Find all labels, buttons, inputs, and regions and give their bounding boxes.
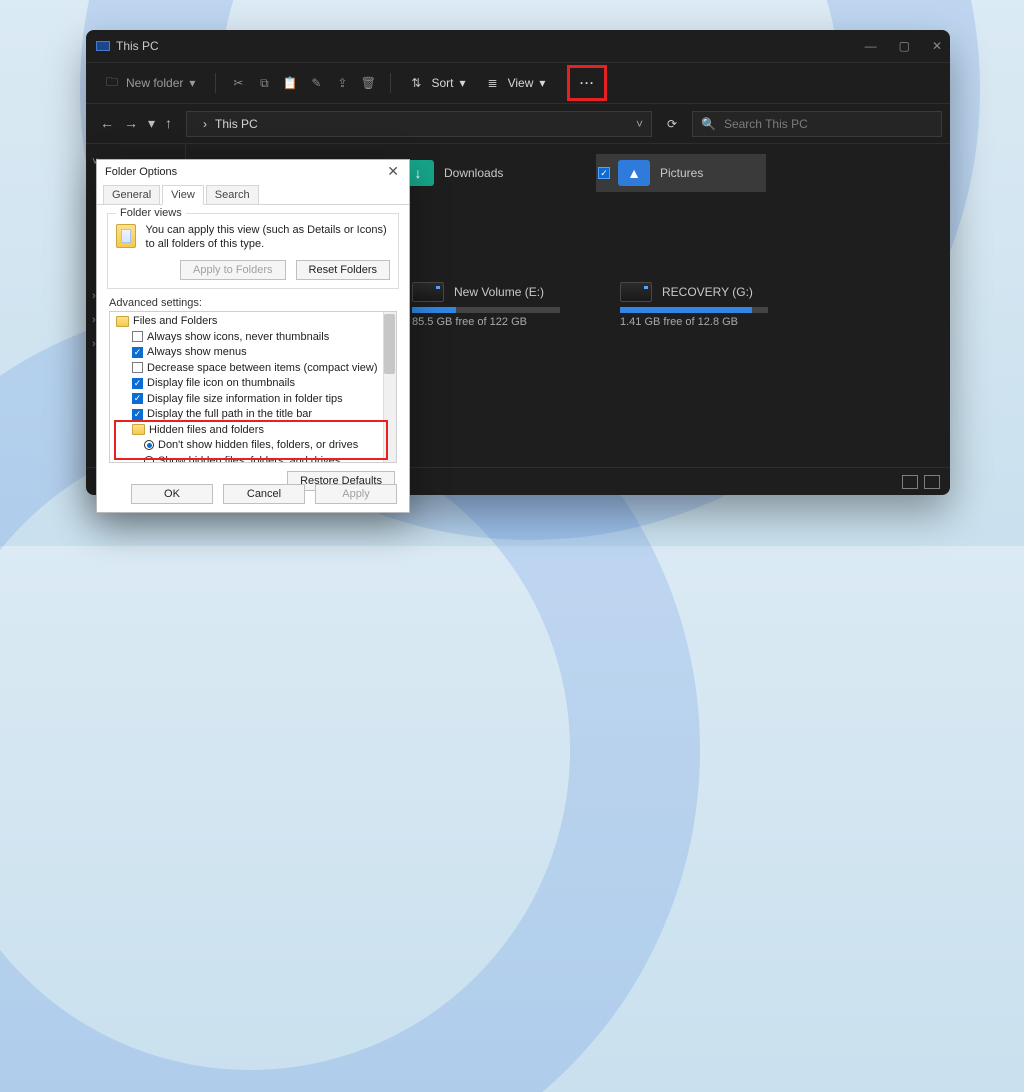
checkbox[interactable]: ✓ bbox=[132, 393, 143, 404]
this-pc-icon bbox=[96, 41, 110, 51]
cut-icon[interactable]: ✂ bbox=[230, 75, 246, 91]
close-button[interactable]: ✕ bbox=[932, 39, 942, 53]
apply-button[interactable]: Apply bbox=[315, 484, 397, 504]
maximize-button[interactable]: ▢ bbox=[899, 39, 910, 53]
paste-icon[interactable]: 📋 bbox=[282, 75, 298, 91]
chevron-down-icon: ▾ bbox=[459, 76, 465, 90]
view-button[interactable]: View ▾ bbox=[482, 73, 552, 93]
folder-tile[interactable]: ↓Downloads bbox=[400, 154, 570, 192]
tab-view[interactable]: View bbox=[162, 185, 204, 205]
folder-name: Downloads bbox=[444, 166, 503, 180]
more-button-highlight: ··· bbox=[567, 65, 607, 101]
folder-options-dialog: Folder Options ✕ General View Search Fol… bbox=[96, 159, 410, 513]
advanced-settings-label: Advanced settings: bbox=[109, 297, 397, 309]
option-label: Display file icon on thumbnails bbox=[147, 377, 295, 389]
up-button[interactable]: ↑ bbox=[165, 115, 172, 132]
advanced-settings-list[interactable]: Files and Folders Always show icons, neve… bbox=[109, 311, 397, 463]
folder-icon: ▲ bbox=[618, 160, 650, 186]
folder-views-group: Folder views You can apply this view (su… bbox=[107, 213, 399, 289]
checkbox-icon[interactable]: ✓ bbox=[598, 167, 610, 179]
chevron-down-icon[interactable]: ▾ bbox=[148, 115, 155, 132]
dialog-title: Folder Options bbox=[105, 166, 177, 178]
chevron-right-icon: › bbox=[203, 117, 207, 131]
scrollbar-thumb[interactable] bbox=[384, 314, 395, 374]
checkbox[interactable]: ✓ bbox=[132, 378, 143, 389]
folder-tile[interactable]: ✓ ▲ Pictures bbox=[596, 154, 766, 192]
chevron-down-icon[interactable]: ˅ bbox=[636, 117, 643, 131]
option-label: Always show menus bbox=[147, 346, 247, 358]
back-button[interactable]: ← bbox=[100, 115, 114, 132]
drive-icon bbox=[620, 282, 652, 302]
dialog-titlebar: Folder Options ✕ bbox=[97, 160, 409, 183]
layout-details-icon[interactable] bbox=[902, 475, 918, 489]
ok-button[interactable]: OK bbox=[131, 484, 213, 504]
navbar: ← → ▾ ↑ › This PC ˅ ⟳ 🔍 Search This PC bbox=[86, 104, 950, 144]
folder-views-desc: You can apply this view (such as Details… bbox=[146, 224, 390, 252]
minimize-button[interactable]: — bbox=[865, 39, 877, 53]
tab-general[interactable]: General bbox=[103, 185, 160, 205]
option-label: Display the full path in the title bar bbox=[147, 408, 312, 420]
toolbar: 🗀 New folder ▾ ✂ ⧉ 📋 ✎ ⇪ 🗑 Sort ▾ View ▾… bbox=[86, 62, 950, 104]
share-icon[interactable]: ⇪ bbox=[334, 75, 350, 91]
folder-name: Pictures bbox=[660, 166, 703, 180]
refresh-button[interactable]: ⟳ bbox=[660, 117, 684, 131]
option-label: Decrease space between items (compact vi… bbox=[147, 362, 377, 374]
window-title: This PC bbox=[116, 39, 159, 53]
drive-icon bbox=[412, 282, 444, 302]
folder-views-icon bbox=[116, 224, 136, 248]
breadcrumb[interactable]: This PC bbox=[215, 117, 258, 131]
tab-search[interactable]: Search bbox=[206, 185, 259, 205]
dialog-tabs: General View Search bbox=[97, 183, 409, 205]
sort-button[interactable]: Sort ▾ bbox=[405, 73, 471, 93]
more-button[interactable]: ··· bbox=[571, 69, 603, 97]
reset-folders-button[interactable]: Reset Folders bbox=[296, 260, 390, 280]
drive-usage-bar bbox=[412, 307, 560, 313]
rename-icon[interactable]: ✎ bbox=[308, 75, 324, 91]
checkbox[interactable]: ✓ bbox=[132, 347, 143, 358]
option-label: Always show icons, never thumbnails bbox=[147, 331, 329, 343]
drive-usage-bar bbox=[620, 307, 768, 313]
address-bar[interactable]: › This PC ˅ bbox=[186, 111, 652, 137]
chevron-down-icon: ▾ bbox=[189, 76, 195, 90]
hidden-files-highlight bbox=[114, 420, 388, 460]
option-label: Display file size information in folder … bbox=[147, 393, 343, 405]
cancel-button[interactable]: Cancel bbox=[223, 484, 305, 504]
folder-icon bbox=[116, 316, 129, 327]
drive-name: New Volume (E:) bbox=[454, 285, 544, 299]
close-button[interactable]: ✕ bbox=[383, 163, 403, 180]
tree-group: Files and Folders bbox=[133, 315, 217, 327]
chevron-down-icon: ▾ bbox=[539, 76, 545, 90]
apply-to-folders-button[interactable]: Apply to Folders bbox=[180, 260, 285, 280]
drive-name: RECOVERY (G:) bbox=[662, 285, 753, 299]
search-icon: 🔍 bbox=[701, 117, 716, 131]
drive-tile[interactable]: New Volume (E:) 85.5 GB free of 122 GB bbox=[412, 282, 594, 328]
delete-icon[interactable]: 🗑 bbox=[360, 75, 376, 91]
checkbox[interactable] bbox=[132, 362, 143, 373]
titlebar: This PC — ▢ ✕ bbox=[86, 30, 950, 62]
new-folder-button[interactable]: 🗀 New folder ▾ bbox=[98, 72, 201, 94]
drive-tile[interactable]: RECOVERY (G:) 1.41 GB free of 12.8 GB bbox=[620, 282, 802, 328]
checkbox[interactable]: ✓ bbox=[132, 409, 143, 420]
folder-views-legend: Folder views bbox=[116, 207, 186, 219]
copy-icon[interactable]: ⧉ bbox=[256, 75, 272, 91]
new-folder-icon: 🗀 bbox=[104, 75, 120, 91]
search-input[interactable]: 🔍 Search This PC bbox=[692, 111, 942, 137]
drive-free-text: 85.5 GB free of 122 GB bbox=[412, 316, 594, 328]
forward-button[interactable]: → bbox=[124, 115, 138, 132]
drive-free-text: 1.41 GB free of 12.8 GB bbox=[620, 316, 802, 328]
layout-tiles-icon[interactable] bbox=[924, 475, 940, 489]
checkbox[interactable] bbox=[132, 331, 143, 342]
